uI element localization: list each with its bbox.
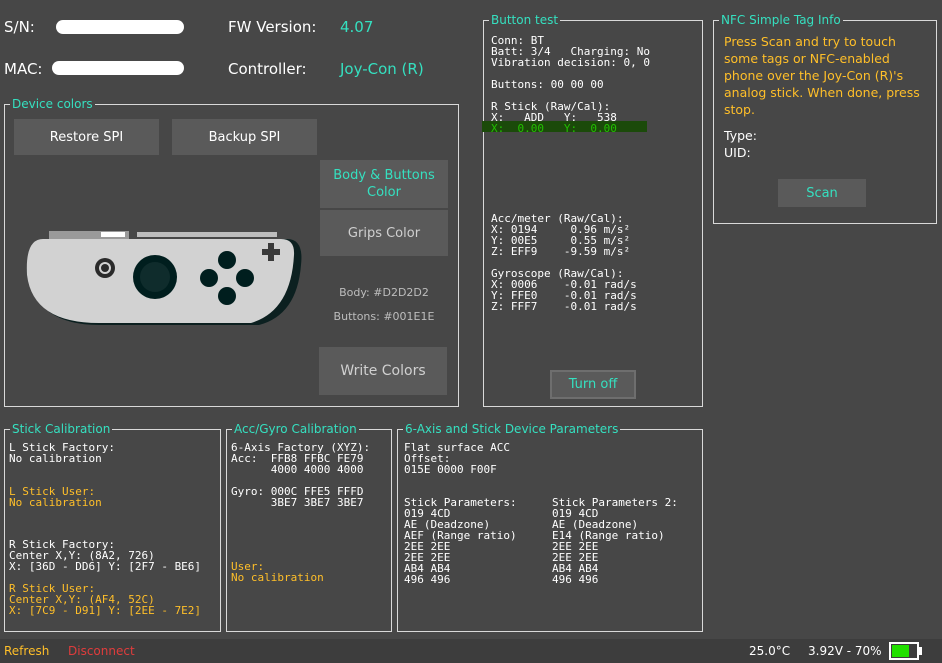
stick-calibration-group: Stick Calibration L Stick Factory: No ca… (4, 421, 221, 632)
backup-spi-button[interactable]: Backup SPI (172, 119, 317, 155)
stick-params-col1: Stick Parameters: 019 4CD AE (Deadzone) … (404, 497, 517, 585)
mac-label: MAC: (4, 60, 43, 78)
joycon-rail-right (137, 232, 277, 237)
joycon-button-y (200, 269, 218, 287)
controller-value: Joy-Con (R) (340, 60, 424, 78)
acc-cal-line2: 4000 4000 4000 (231, 463, 364, 476)
grips-color-button[interactable]: Grips Color (320, 210, 448, 256)
acc-z: Z: EFF9 -9.59 m/s² (491, 245, 631, 258)
scan-button[interactable]: Scan (778, 179, 866, 207)
stick-params-col2: Stick Parameters 2: 019 4CD AE (Deadzone… (552, 497, 678, 585)
nfc-uid-label: UID: (724, 145, 751, 160)
disconnect-link[interactable]: Disconnect (68, 644, 135, 658)
flat-surface-line3: 015E 0000 F00F (404, 463, 497, 476)
button-test-group: Button test Conn: BT Batt: 3/4 Charging:… (482, 12, 703, 407)
battery-readout: 3.92V - 70% (808, 644, 882, 658)
joycon-rail-highlight (101, 232, 125, 237)
restore-spi-button[interactable]: Restore SPI (14, 119, 159, 155)
fw-version-label: FW Version: (228, 18, 317, 36)
buttons-status: Buttons: 00 00 00 (491, 78, 604, 91)
gyro-cal-line2: 3BE7 3BE7 3BE7 (231, 496, 364, 509)
body-color-text: Body: #D2D2D2 (339, 286, 429, 299)
buttons-color-text: Buttons: #001E1E (333, 310, 435, 323)
button-test-title: Button test (489, 12, 561, 28)
nfc-title: NFC Simple Tag Info (719, 12, 843, 28)
sn-value-redacted (56, 20, 184, 34)
stick-params-line: 496 496 (404, 573, 451, 586)
nfc-group: NFC Simple Tag Info Press Scan and try t… (713, 12, 937, 224)
l-factory-value: No calibration (9, 452, 102, 465)
r-factory-range: X: [36D - DD6] Y: [2F7 - BE6] (9, 560, 202, 573)
fw-version-value: 4.07 (340, 18, 374, 36)
body-buttons-color-button[interactable]: Body & Buttons Color (320, 160, 448, 208)
mac-value-redacted (52, 61, 184, 75)
write-colors-button[interactable]: Write Colors (319, 347, 447, 395)
nfc-instructions: Press Scan and try to touch some tags or… (724, 34, 920, 117)
status-bar (0, 639, 942, 663)
joycon-image (26, 231, 302, 325)
controller-label: Controller: (228, 60, 307, 78)
accgyro-calibration-group: Acc/Gyro Calibration 6-Axis Factory (XYZ… (226, 421, 392, 632)
accgyro-calibration-title: Acc/Gyro Calibration (232, 421, 359, 437)
device-colors-title: Device colors (10, 96, 95, 112)
device-colors-group: Device colors Restore SPI Backup SPI Bod… (4, 96, 459, 407)
battery-fill (892, 645, 909, 657)
stick-calibration-title: Stick Calibration (10, 421, 113, 437)
r-user-range: X: [7C9 - D91] Y: [2EE - 7E2] (9, 604, 202, 617)
device-parameters-title: 6-Axis and Stick Device Parameters (403, 421, 621, 437)
rstick-cal: X: 0.00 Y: 0.00 (491, 122, 617, 135)
battery-icon (889, 642, 919, 660)
refresh-link[interactable]: Refresh (4, 644, 49, 658)
sn-label: S/N: (4, 18, 35, 36)
battery-icon-tip (919, 647, 922, 655)
joycon-button-b (218, 287, 236, 305)
user-cal-value: No calibration (231, 571, 324, 584)
stick-params2-line: 496 496 (552, 573, 599, 586)
temperature-readout: 25.0°C (749, 644, 791, 658)
device-parameters-group: 6-Axis and Stick Device Parameters Flat … (397, 421, 703, 632)
joycon-button-a (236, 269, 254, 287)
nfc-type-label: Type: (724, 128, 757, 143)
turn-off-button[interactable]: Turn off (550, 370, 636, 399)
vibration-status: Vibration decision: 0, 0 (491, 56, 650, 69)
gyro-z: Z: FFF7 -0.01 rad/s (491, 300, 637, 313)
l-user-value: No calibration (9, 496, 102, 509)
joycon-button-x (218, 251, 236, 269)
